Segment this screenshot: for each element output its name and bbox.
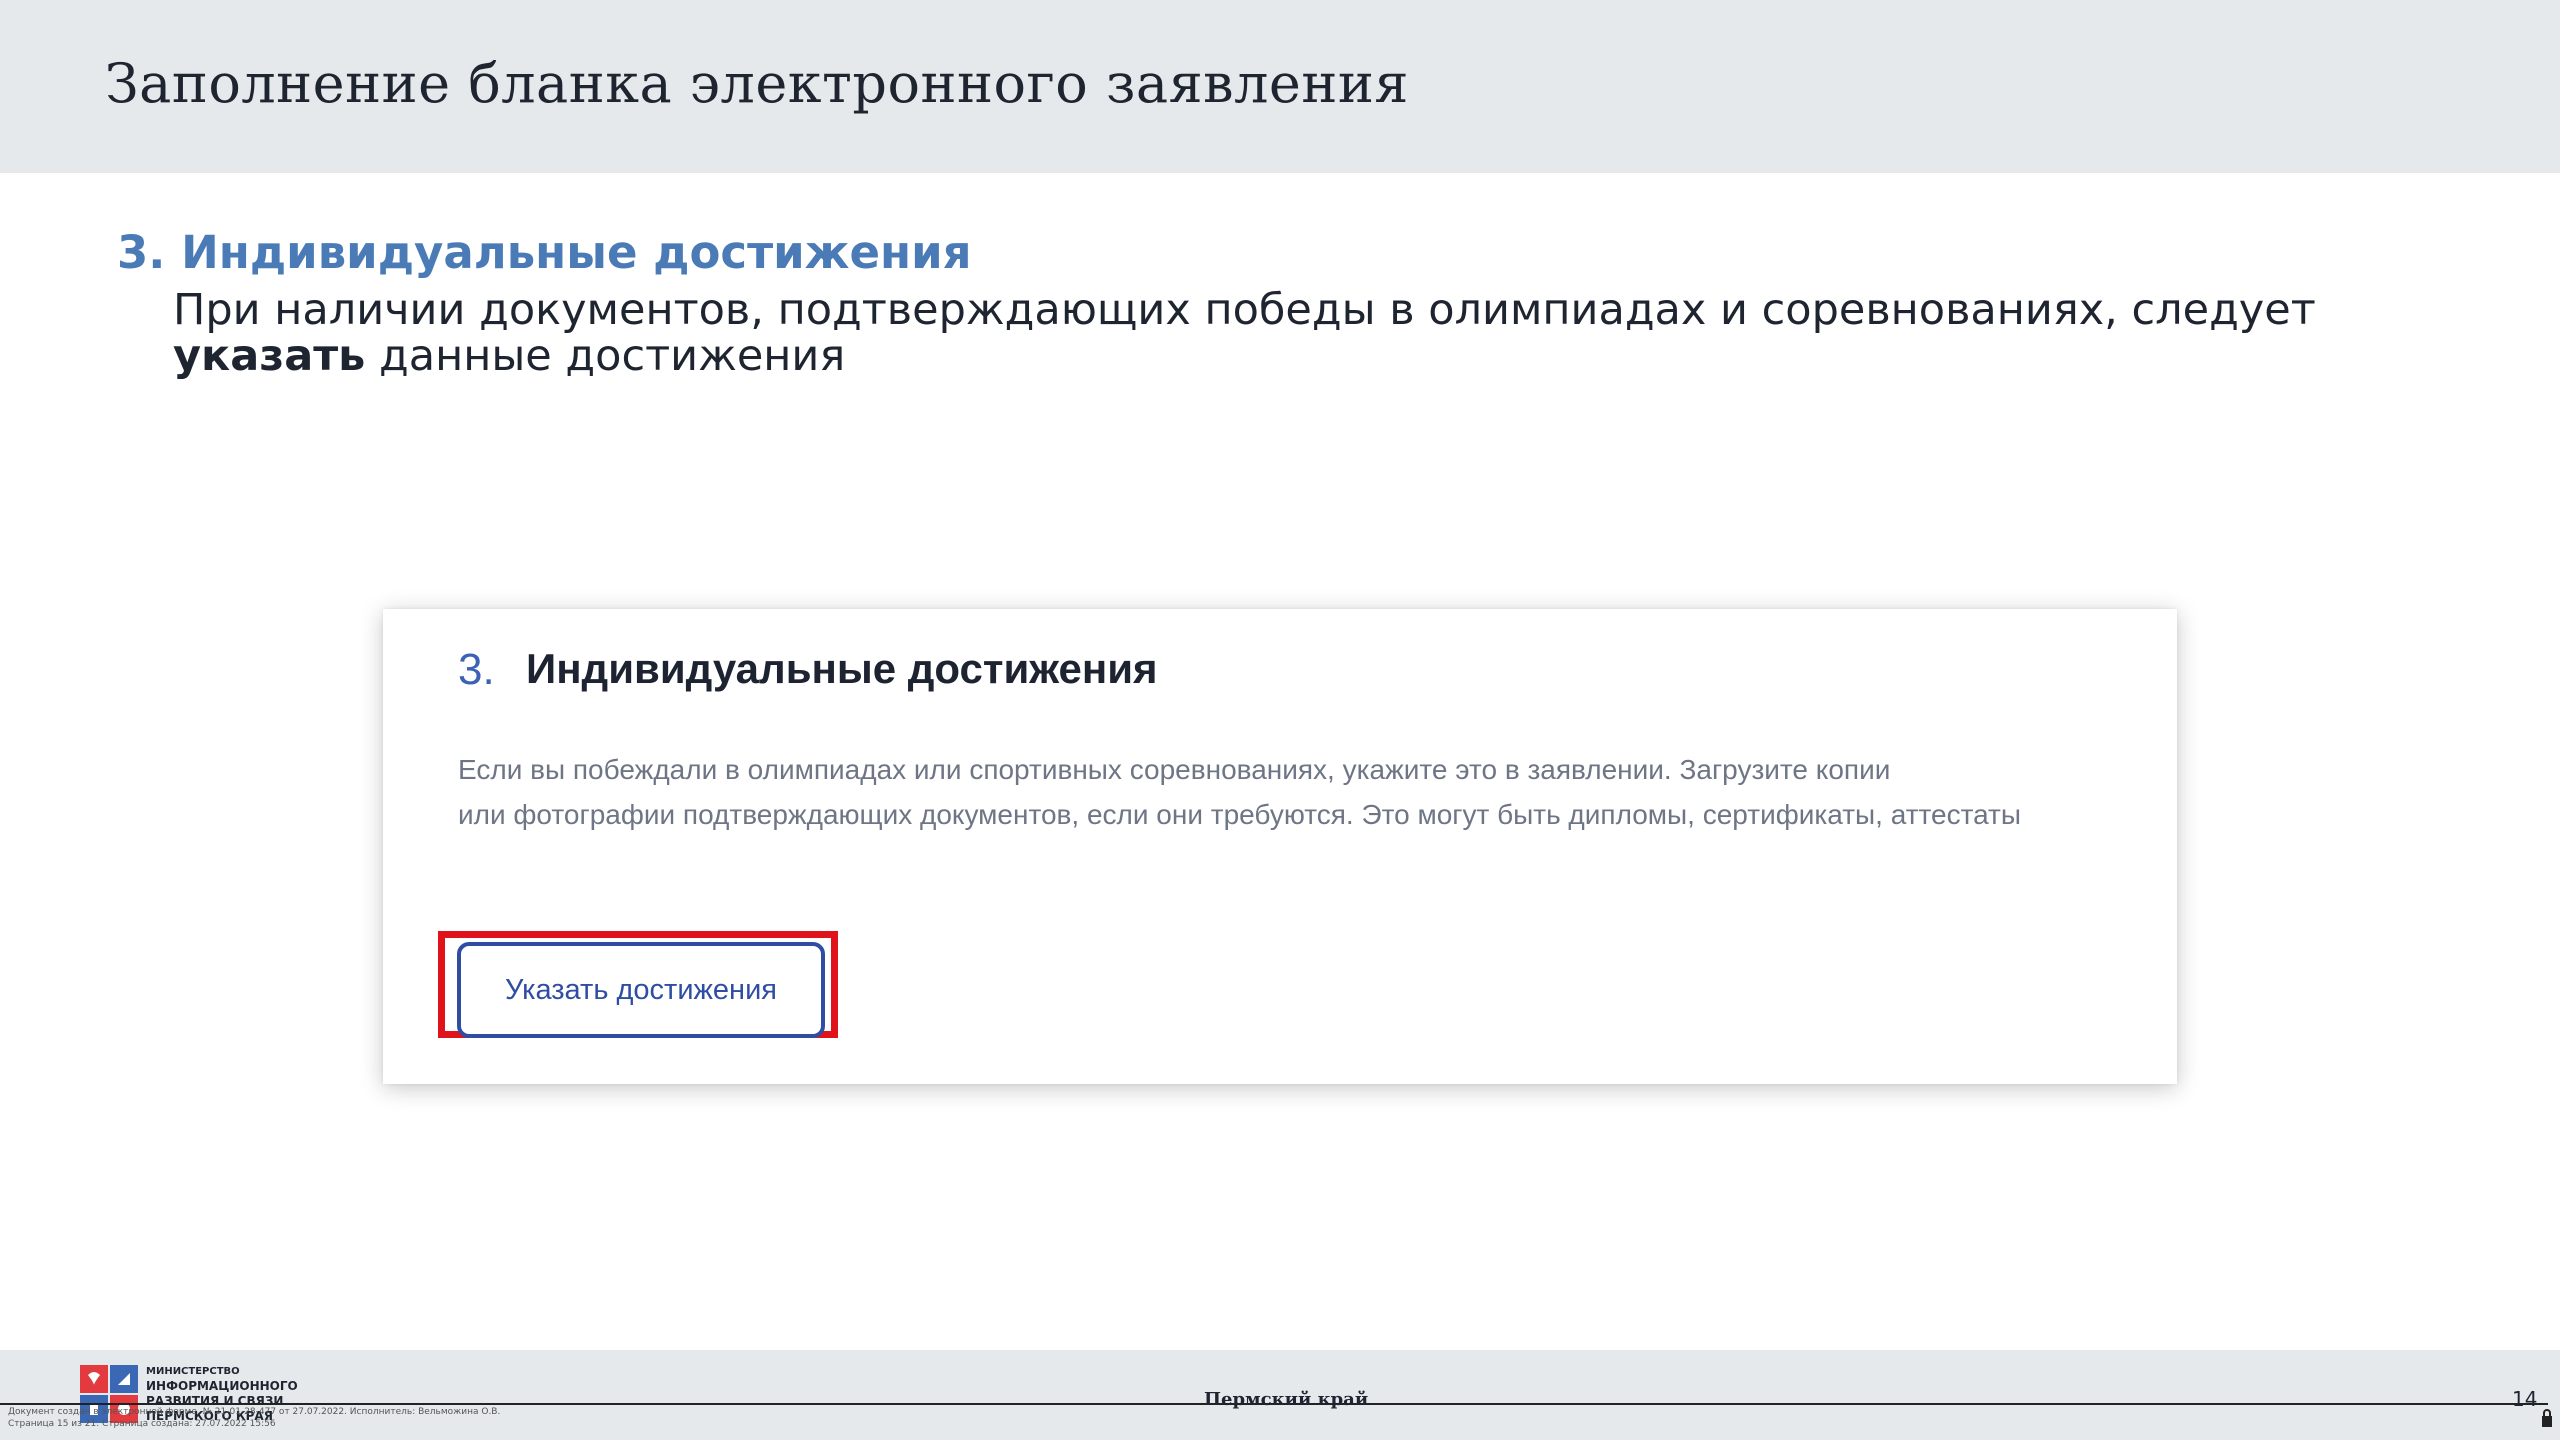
card-description-line: или фотографии подтверждающих документов… — [458, 799, 2022, 830]
slide: Заполнение бланка электронного заявления… — [0, 0, 2560, 1440]
section-text: При наличии документов, подтверждающих п… — [173, 287, 2423, 379]
lock-icon — [2542, 1409, 2552, 1427]
specify-achievements-button[interactable]: Указать достижения — [457, 942, 825, 1038]
section-heading: 3. Индивидуальные достижения — [117, 226, 972, 279]
card-title: Индивидуальные достижения — [526, 645, 1158, 692]
section-text-before: При наличии документов, подтверждающих п… — [173, 285, 2316, 335]
section-text-after: данные достижения — [365, 331, 846, 381]
document-note-line: Страница 15 из 21. Страница создана: 27.… — [8, 1419, 276, 1429]
card-step-number: 3. — [458, 645, 495, 694]
region-label: Пермский край — [1204, 1389, 1369, 1410]
card-description: Если вы побеждали в олимпиадах или спорт… — [458, 747, 2158, 837]
card-description-line: Если вы побеждали в олимпиадах или спорт… — [458, 754, 1891, 785]
document-note-line: Документ создан в электронной форме. № 2… — [8, 1407, 501, 1417]
page-number: 14 — [2512, 1387, 2538, 1411]
section-text-bold: указать — [173, 331, 366, 381]
slide-title: Заполнение бланка электронного заявления — [105, 52, 1409, 115]
document-note: Документ создан в электронной форме. № 2… — [8, 1406, 500, 1430]
achievements-card: 3. Индивидуальные достижения Если вы поб… — [383, 609, 2177, 1084]
ministry-line: МИНИСТЕРСТВО — [146, 1366, 240, 1377]
ministry-line: ИНФОРМАЦИОННОГО — [146, 1379, 298, 1393]
